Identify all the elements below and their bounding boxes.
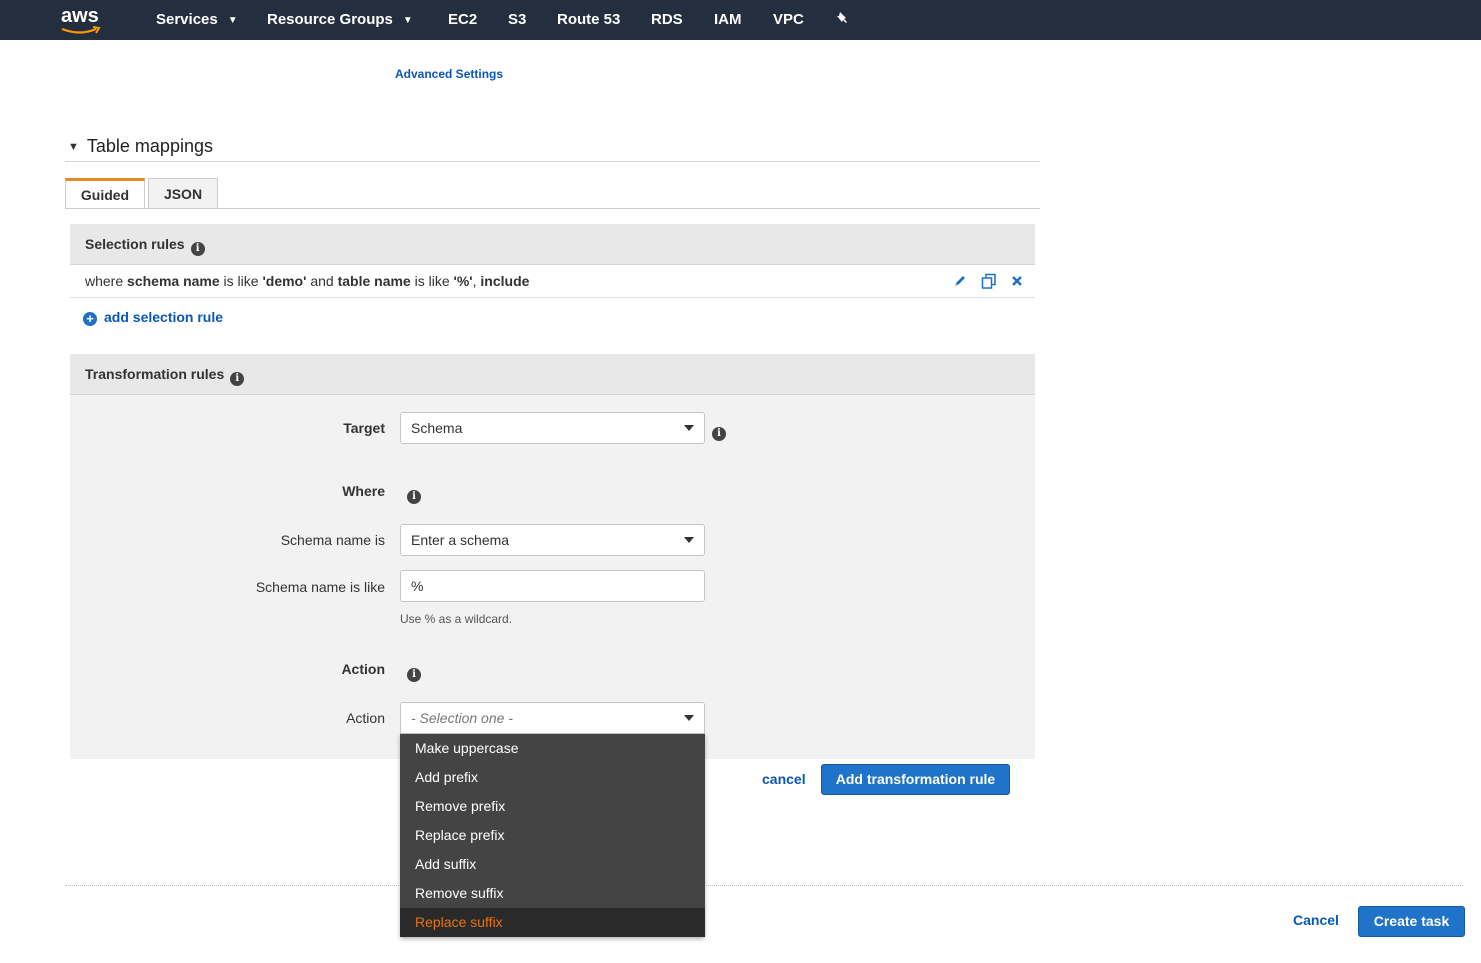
aws-logo-text: aws [61, 5, 99, 27]
caret-down-icon: ▼ [68, 141, 79, 153]
info-icon[interactable]: i [190, 242, 205, 256]
nav-route53[interactable]: Route 53 [557, 0, 620, 40]
cancel-button[interactable]: Cancel [1293, 912, 1339, 928]
action-label: Action [346, 710, 385, 726]
wildcard-hint: Use % as a wildcard. [400, 612, 513, 626]
dropdown-arrow-icon [684, 715, 694, 721]
dropdown-arrow-icon [684, 537, 694, 543]
add-transformation-rule-button[interactable]: Add transformation rule [821, 764, 1010, 795]
nav-iam[interactable]: IAM [714, 0, 742, 40]
nav-rds[interactable]: RDS [651, 0, 683, 40]
row-actions [953, 265, 1023, 297]
nav-vpc[interactable]: VPC [773, 0, 804, 40]
table-mappings-heading[interactable]: ▼ Table mappings [68, 136, 213, 157]
chevron-down-icon: ▼ [402, 15, 413, 26]
tab-divider [65, 208, 1040, 209]
action-option-remove-prefix[interactable]: Remove prefix [400, 792, 705, 821]
action-option-remove-suffix[interactable]: Remove suffix [400, 879, 705, 908]
add-selection-rule-link[interactable]: + add selection rule [83, 309, 223, 326]
cancel-transformation-link[interactable]: cancel [762, 771, 806, 787]
advanced-settings-link[interactable]: Advanced Settings [395, 67, 503, 81]
top-nav: aws Services ▼ Resource Groups ▼ EC2 S3 Ro… [0, 0, 1481, 40]
tab-json[interactable]: JSON [148, 178, 218, 209]
nav-services[interactable]: Services ▼ [156, 0, 238, 40]
nav-ec2[interactable]: EC2 [448, 0, 477, 40]
info-icon[interactable]: i [230, 372, 245, 386]
create-task-button[interactable]: Create task [1358, 906, 1465, 937]
aws-logo[interactable]: aws [60, 4, 104, 36]
transformation-rules-header: Transformation rules i [70, 354, 1035, 395]
pin-icon[interactable] [836, 0, 850, 40]
dropdown-arrow-icon [684, 425, 694, 431]
schema-name-is-label: Schema name is [280, 532, 385, 548]
delete-x-icon[interactable] [1011, 275, 1023, 287]
schema-name-like-label: Schema name is like [255, 579, 385, 595]
action-select[interactable]: - Selection one - [400, 702, 705, 734]
aws-smile-icon [61, 26, 101, 34]
target-label: Target [343, 420, 385, 436]
action-option-add-suffix[interactable]: Add suffix [400, 850, 705, 879]
tab-guided[interactable]: Guided [65, 178, 145, 209]
action-option-make-uppercase[interactable]: Make uppercase [400, 734, 705, 763]
action-dropdown-menu: Make uppercase Add prefix Remove prefix … [400, 734, 705, 937]
where-label: Where [342, 483, 385, 499]
edit-pencil-icon[interactable] [953, 274, 967, 288]
selection-rules-header: Selection rules i [70, 224, 1035, 265]
footer-divider [65, 885, 1463, 886]
action-heading: Action [341, 661, 385, 677]
divider [65, 161, 1040, 162]
action-option-replace-prefix[interactable]: Replace prefix [400, 821, 705, 850]
schema-name-select[interactable]: Enter a schema [400, 524, 705, 556]
action-option-add-prefix[interactable]: Add prefix [400, 763, 705, 792]
chevron-down-icon: ▼ [227, 15, 238, 26]
nav-resource-groups[interactable]: Resource Groups ▼ [267, 0, 413, 40]
info-icon[interactable]: i [712, 427, 726, 441]
nav-s3[interactable]: S3 [508, 0, 526, 40]
info-icon[interactable]: i [407, 490, 421, 504]
info-icon[interactable]: i [407, 668, 421, 682]
target-select[interactable]: Schema [400, 412, 705, 444]
selection-rule-row: where schema name is like 'demo' and tab… [70, 265, 1035, 298]
schema-name-like-input[interactable] [400, 570, 705, 602]
plus-circle-icon: + [83, 312, 97, 326]
action-option-replace-suffix[interactable]: Replace suffix [400, 908, 705, 937]
copy-icon[interactable] [981, 273, 997, 289]
